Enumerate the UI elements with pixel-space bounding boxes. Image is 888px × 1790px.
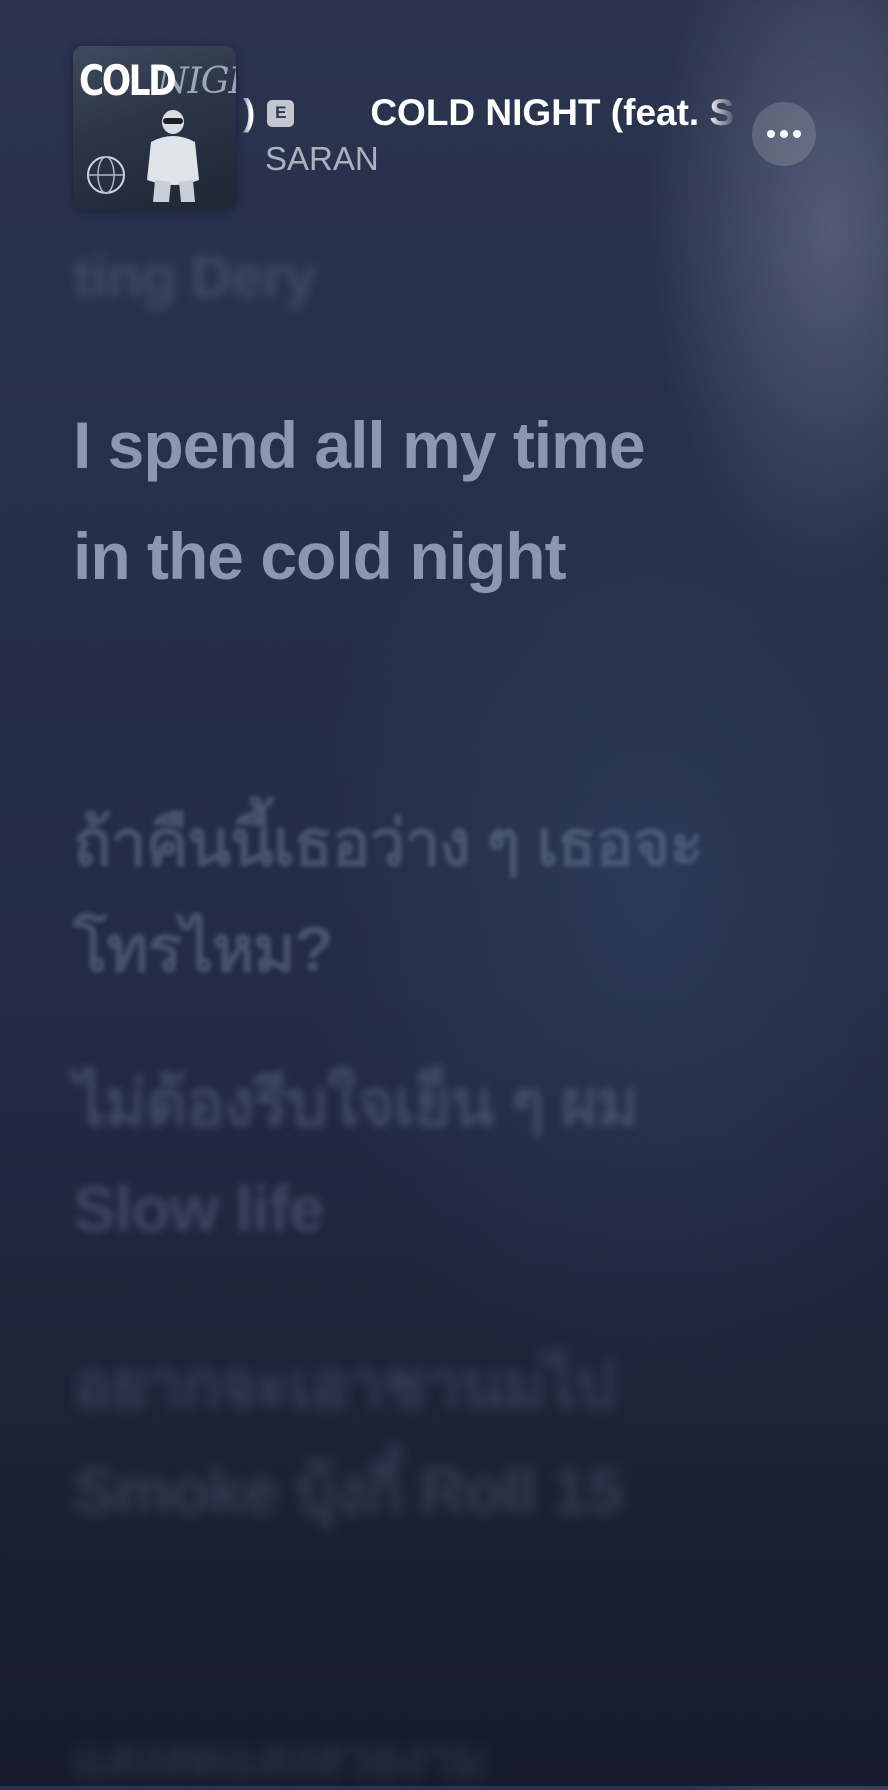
lyric-line-current[interactable]: I spend all my time in the cold night — [73, 390, 713, 612]
track-title: COLD NIGHT (feat. S — [370, 92, 735, 133]
album-artwork[interactable]: NIGHT COLD — [73, 46, 236, 209]
lyric-line-next[interactable]: แสงสดแสงสวยงาม — [73, 1730, 713, 1790]
now-playing-header: NIGHT COLD ) E COLD NIGHT (feat. S SARAN — [0, 0, 888, 230]
track-title-tail: ) — [243, 92, 256, 133]
lyric-line-next[interactable]: ไม่ต้องรีบใจเย็น ๆ ผม Slow life — [73, 1050, 713, 1262]
more-options-button[interactable] — [752, 102, 816, 166]
lyric-line-previous[interactable]: ting Dery — [73, 248, 713, 308]
explicit-badge: E — [267, 99, 295, 127]
marquee-track: ) E COLD NIGHT (feat. S — [237, 88, 734, 138]
ellipsis-icon — [767, 130, 801, 138]
artist-name[interactable]: SARAN — [265, 140, 379, 178]
artwork-globe-illustration — [87, 156, 125, 194]
lyric-line-next[interactable]: ถ้าคืนนี้เธอว่าง ๆ เธอจะโทรไหม? — [73, 790, 713, 1002]
track-title-marquee[interactable]: ) E COLD NIGHT (feat. S — [237, 88, 737, 138]
artwork-cold-text: COLD — [79, 56, 177, 105]
lyric-line-next[interactable]: อยากจะเอาชานมไป Smoke บุ้งกี๋ Roll 15 — [73, 1332, 713, 1544]
artwork-figure-illustration — [147, 110, 199, 202]
